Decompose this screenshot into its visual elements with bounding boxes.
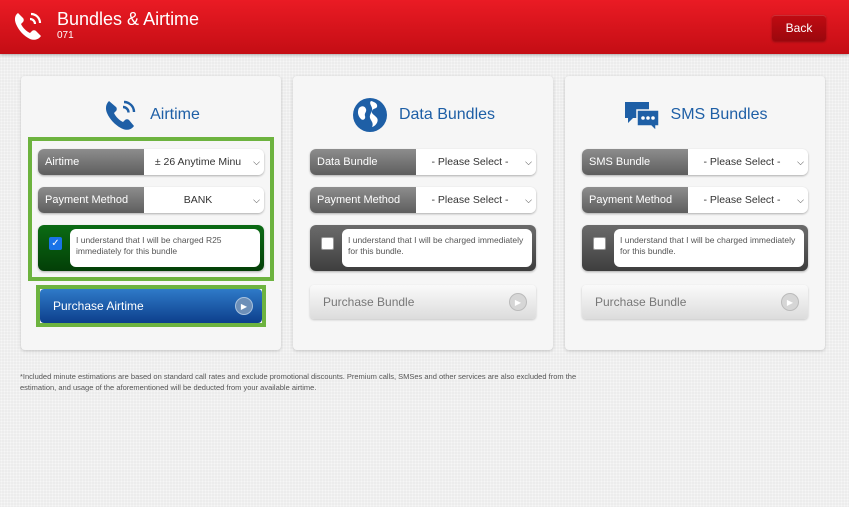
agree-checkbox[interactable]	[321, 237, 334, 250]
app-header: Bundles & Airtime 071 Back	[0, 0, 849, 54]
chevron-down-icon: ⌵	[525, 157, 532, 167]
back-button[interactable]: Back	[772, 15, 826, 41]
data-panel-title: Data Bundles	[293, 96, 553, 134]
data-bundle-select[interactable]: Data Bundle - Please Select - ⌵	[310, 149, 536, 175]
agreement-text: I understand that I will be charged imme…	[614, 229, 804, 267]
sms-bundles-panel: SMS Bundles SMS Bundle - Please Select -…	[565, 76, 825, 350]
charge-agreement: I understand that I will be charged imme…	[310, 225, 536, 271]
field-label: Data Bundle	[310, 149, 416, 175]
field-label: SMS Bundle	[582, 149, 688, 175]
charge-agreement: ✓ I understand that I will be charged R2…	[38, 225, 264, 271]
payment-method-select[interactable]: Payment Method BANK ⌵	[38, 187, 264, 213]
panel-title-label: SMS Bundles	[670, 106, 768, 123]
agree-checkbox[interactable]	[593, 237, 606, 250]
field-value[interactable]: - Please Select - ⌵	[416, 187, 536, 213]
field-label: Payment Method	[582, 187, 688, 213]
airtime-panel-title: Airtime	[21, 96, 281, 134]
sms-panel-title: SMS Bundles	[565, 96, 825, 134]
field-label: Payment Method	[310, 187, 416, 213]
payment-method-select[interactable]: Payment Method - Please Select - ⌵	[310, 187, 536, 213]
purchase-airtime-button[interactable]: Purchase Airtime ▶	[40, 289, 262, 323]
agreement-text: I understand that I will be charged R25 …	[70, 229, 260, 267]
footnote: *Included minute estimations are based o…	[20, 372, 577, 392]
arrow-right-icon: ▶	[781, 293, 799, 311]
field-value[interactable]: BANK ⌵	[144, 187, 264, 213]
airtime-select[interactable]: Airtime ± 26 Anytime Minu ⌵	[38, 149, 264, 175]
panel-title-label: Data Bundles	[398, 106, 496, 123]
field-value[interactable]: ± 26 Anytime Minu ⌵	[144, 149, 264, 175]
purchase-bundle-button[interactable]: Purchase Bundle ▶	[582, 285, 808, 319]
chevron-down-icon: ⌵	[253, 195, 260, 205]
purchase-bundle-button[interactable]: Purchase Bundle ▶	[310, 285, 536, 319]
sms-bundle-select[interactable]: SMS Bundle - Please Select - ⌵	[582, 149, 808, 175]
phone-number-label: 071	[57, 30, 74, 41]
phone-icon	[14, 12, 42, 40]
globe-icon	[352, 98, 387, 132]
chevron-down-icon: ⌵	[253, 157, 260, 167]
field-label: Airtime	[38, 149, 144, 175]
phone-icon	[106, 100, 136, 130]
chevron-down-icon: ⌵	[525, 195, 532, 205]
page-title: Bundles & Airtime	[57, 9, 200, 29]
arrow-right-icon: ▶	[235, 297, 253, 315]
field-value[interactable]: - Please Select - ⌵	[688, 149, 808, 175]
airtime-panel: Airtime Airtime ± 26 Anytime Minu ⌵ Payme…	[21, 76, 281, 350]
payment-method-select[interactable]: Payment Method - Please Select - ⌵	[582, 187, 808, 213]
chevron-down-icon: ⌵	[797, 195, 804, 205]
chat-icon	[624, 102, 660, 133]
agreement-text: I understand that I will be charged imme…	[342, 229, 532, 267]
charge-agreement: I understand that I will be charged imme…	[582, 225, 808, 271]
arrow-right-icon: ▶	[509, 293, 527, 311]
field-value[interactable]: - Please Select - ⌵	[416, 149, 536, 175]
field-value[interactable]: - Please Select - ⌵	[688, 187, 808, 213]
panel-title-label: Airtime	[150, 106, 200, 123]
agree-checkbox[interactable]: ✓	[49, 237, 62, 250]
field-label: Payment Method	[38, 187, 144, 213]
chevron-down-icon: ⌵	[797, 157, 804, 167]
data-bundles-panel: Data Bundles Data Bundle - Please Select…	[293, 76, 553, 350]
